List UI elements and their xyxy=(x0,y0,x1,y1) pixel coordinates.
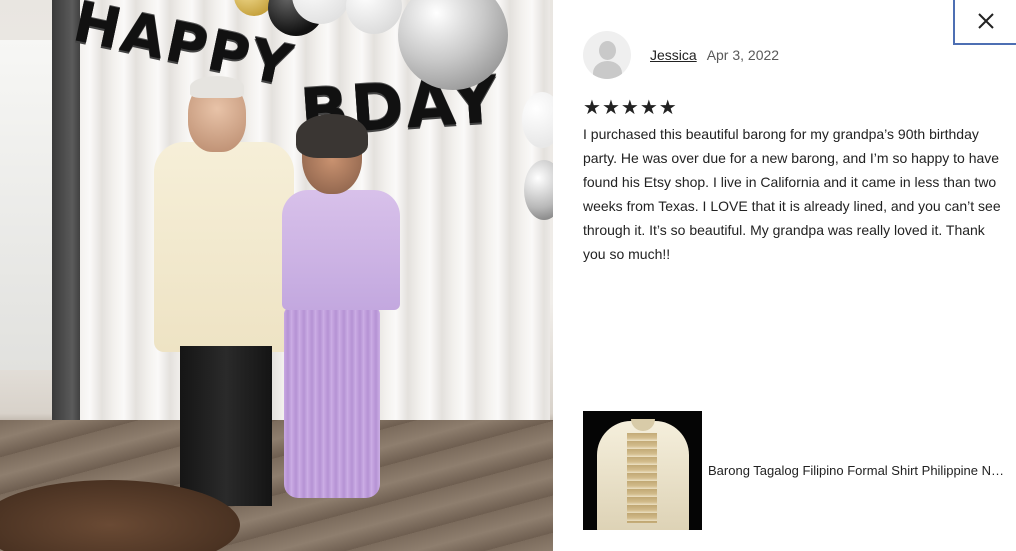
close-icon xyxy=(977,13,994,29)
star-rating: ★ ★ ★ ★ ★ xyxy=(583,98,1003,118)
star-icon: ★ xyxy=(658,97,677,119)
item-title[interactable]: Barong Tagalog Filipino Formal Shirt Phi… xyxy=(708,463,1008,478)
grandma-hair xyxy=(296,114,368,158)
star-icon: ★ xyxy=(620,97,639,119)
review-photo[interactable]: HAPPY BDAY xyxy=(0,0,553,551)
lavender-skirt xyxy=(284,308,380,498)
grandpa-figure xyxy=(150,76,294,530)
avatar[interactable] xyxy=(583,31,631,79)
lavender-blouse xyxy=(282,190,400,310)
review-panel: Jessica Apr 3, 2022 ★ ★ ★ ★ ★ I purchase… xyxy=(583,30,1003,266)
reviewer-row: Jessica Apr 3, 2022 xyxy=(583,30,1003,80)
avatar-head-icon xyxy=(599,41,616,60)
grandpa-hair xyxy=(190,76,244,98)
review-date: Apr 3, 2022 xyxy=(706,47,780,63)
star-icon: ★ xyxy=(583,97,601,119)
black-pants xyxy=(180,346,272,506)
window xyxy=(0,40,52,370)
grandma-figure xyxy=(280,114,400,538)
star-icon: ★ xyxy=(601,97,620,119)
barong-shirt xyxy=(154,142,294,352)
review-text: I purchased this beautiful barong for my… xyxy=(583,126,1001,262)
thumbnail-embroidery xyxy=(627,432,657,523)
avatar-body-icon xyxy=(593,61,622,79)
reviewer-name-link[interactable]: Jessica xyxy=(650,47,697,63)
item-thumbnail[interactable] xyxy=(583,410,702,530)
star-icon: ★ xyxy=(639,97,658,119)
purchased-item-link[interactable]: Barong Tagalog Filipino Formal Shirt Phi… xyxy=(583,410,1013,530)
